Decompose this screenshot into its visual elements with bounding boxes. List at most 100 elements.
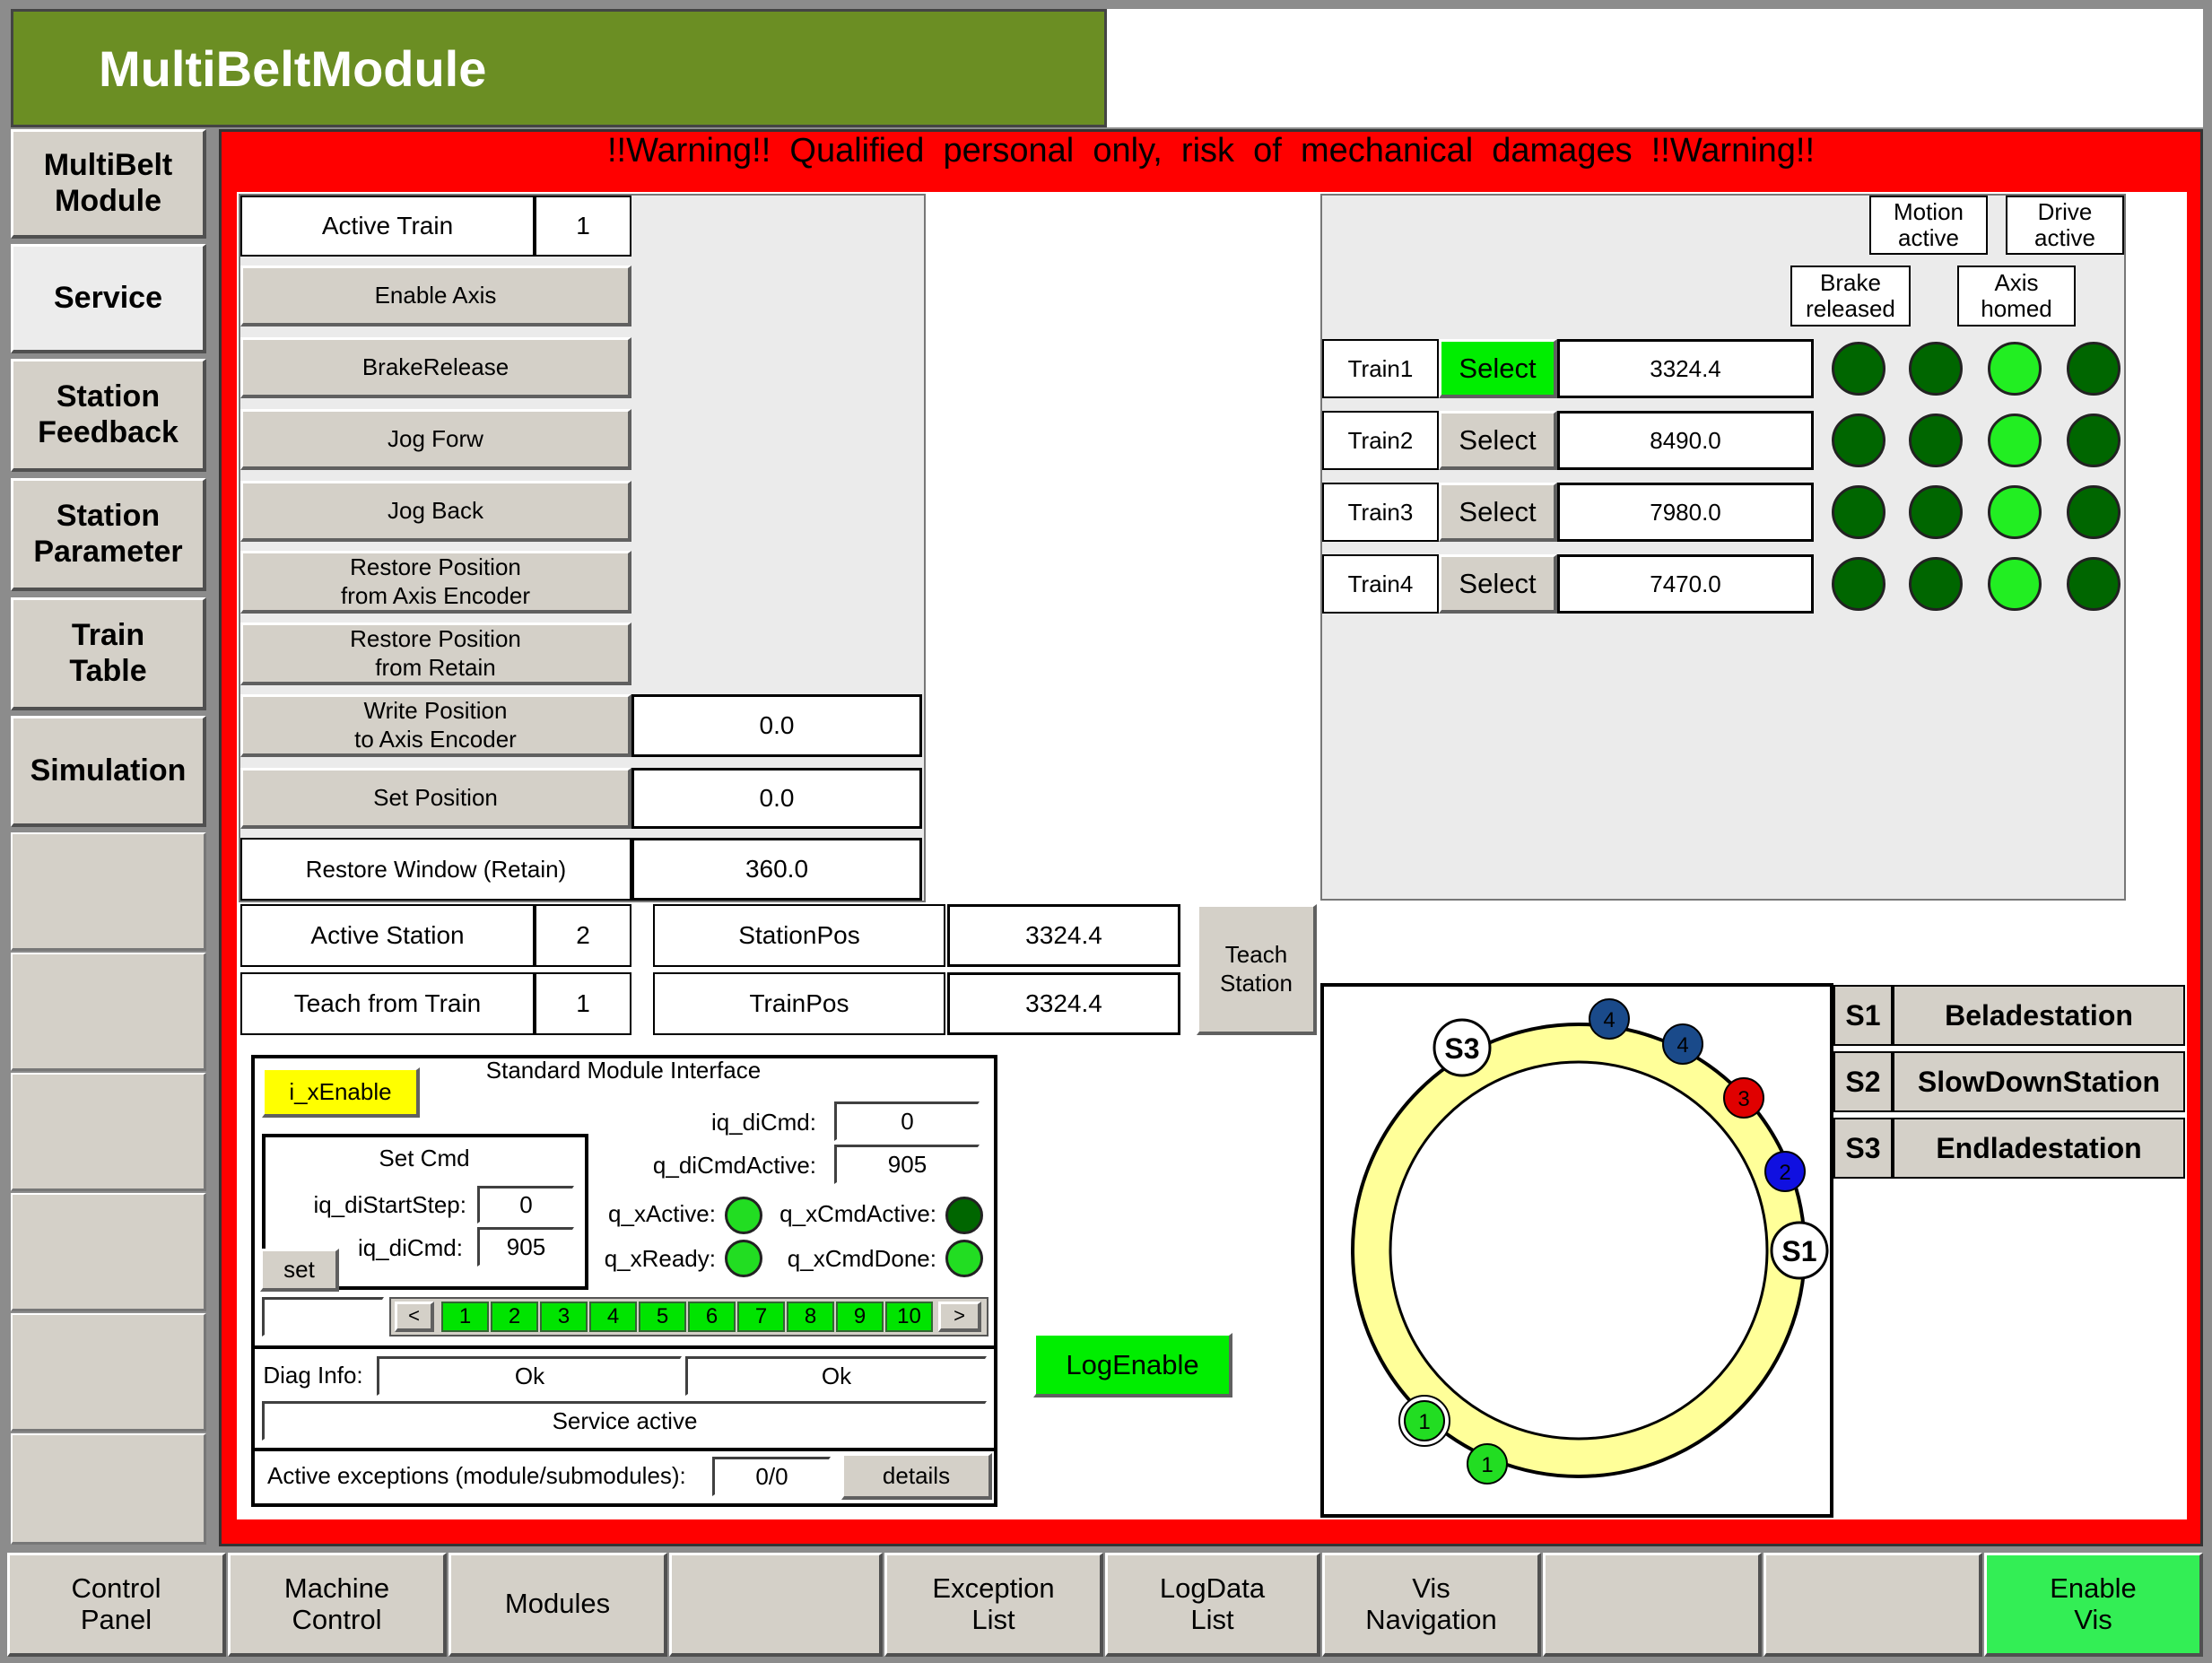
sidebar-item-service[interactable]: Service <box>11 244 206 353</box>
machine-control-button[interactable]: Machine Control <box>228 1553 447 1657</box>
step-button[interactable]: 5 <box>639 1302 686 1332</box>
sidebar-blank <box>11 1193 206 1311</box>
di-cmd-value: 0 <box>834 1101 980 1141</box>
step-button[interactable]: 4 <box>589 1302 637 1332</box>
train-position: 7980.0 <box>1557 483 1814 542</box>
set-button[interactable]: set <box>260 1249 339 1292</box>
train4-led <box>1832 557 1885 611</box>
train4-led <box>1909 557 1963 611</box>
train4-led <box>2067 557 2121 611</box>
start-step-input[interactable]: 0 <box>477 1186 574 1223</box>
set-cmd-title: Set Cmd <box>379 1145 470 1172</box>
teach-from-train-input[interactable]: 1 <box>535 972 631 1035</box>
carrier-label: 3 <box>1737 1087 1749 1111</box>
train1-select-button[interactable]: Select <box>1439 339 1557 398</box>
train-name: Train4 <box>1322 554 1439 614</box>
exceptions-value: 0/0 <box>712 1457 831 1496</box>
active-station-input[interactable]: 2 <box>535 904 631 967</box>
footer-blank-button[interactable] <box>669 1553 883 1657</box>
active-train-label: Active Train <box>240 196 535 257</box>
step-button[interactable]: 7 <box>737 1302 785 1332</box>
brake-release-button[interactable]: BrakeRelease <box>240 337 631 398</box>
x-cmd-done-led <box>945 1240 983 1277</box>
jog-back-button[interactable]: Jog Back <box>240 481 631 542</box>
step-button[interactable]: 1 <box>441 1302 489 1332</box>
train2-select-button[interactable]: Select <box>1439 411 1557 470</box>
modules-button[interactable]: Modules <box>448 1553 667 1657</box>
logdata-list-button[interactable]: LogData List <box>1105 1553 1320 1657</box>
step-button[interactable]: 8 <box>787 1302 834 1332</box>
sidebar-blank <box>11 1073 206 1191</box>
train4-led <box>1988 557 2042 611</box>
write-position-button[interactable]: Write Position to Axis Encoder <box>240 694 631 757</box>
station-pos-value: 3324.4 <box>947 904 1180 967</box>
motion-active-header: Motion active <box>1869 196 1988 255</box>
start-step-label: iq_diStartStep: <box>313 1191 466 1219</box>
train3-led <box>1988 485 2042 539</box>
exception-list-button[interactable]: Exception List <box>884 1553 1103 1657</box>
station-legend-name: Endladestation <box>1893 1118 2185 1179</box>
station-s3-label: S3 <box>1444 1032 1479 1065</box>
carrier-label: 1 <box>1481 1453 1493 1477</box>
train3-select-button[interactable]: Select <box>1439 483 1557 542</box>
belt-ring-diagram: S3 S1 4 4 3 2 1 1 <box>1351 998 1829 1485</box>
active-station-label: Active Station <box>240 904 535 967</box>
enable-vis-button[interactable]: Enable Vis <box>1984 1553 2203 1657</box>
write-position-input[interactable]: 0.0 <box>631 694 922 757</box>
train4-select-button[interactable]: Select <box>1439 554 1557 614</box>
sidebar-item-simulation[interactable]: Simulation <box>11 716 206 827</box>
set-cmd-input[interactable]: 905 <box>477 1227 574 1267</box>
step-button[interactable]: 10 <box>885 1302 933 1332</box>
train-name: Train2 <box>1322 411 1439 470</box>
enable-axis-button[interactable]: Enable Axis <box>240 266 631 327</box>
restore-from-retain-button[interactable]: Restore Position from Retain <box>240 623 631 685</box>
set-position-input[interactable]: 0.0 <box>631 768 922 829</box>
train2-led <box>1832 414 1885 467</box>
sidebar-item-train-table[interactable]: Train Table <box>11 597 206 710</box>
teach-station-button[interactable]: Teach Station <box>1197 904 1317 1035</box>
sidebar-item-station-parameter[interactable]: Station Parameter <box>11 478 206 591</box>
train-position: 8490.0 <box>1557 411 1814 470</box>
step-prev-button[interactable]: < <box>395 1302 434 1332</box>
x-active-led <box>725 1197 762 1234</box>
train-position: 3324.4 <box>1557 339 1814 398</box>
restore-from-encoder-button[interactable]: Restore Position from Axis Encoder <box>240 551 631 614</box>
station-s1-label: S1 <box>1781 1235 1816 1267</box>
train3-led <box>2067 485 2121 539</box>
set-position-button[interactable]: Set Position <box>240 768 631 829</box>
footer-blank-button[interactable] <box>1764 1553 1982 1657</box>
restore-window-input[interactable]: 360.0 <box>631 838 922 901</box>
train1-led <box>2067 342 2121 396</box>
footer-blank-button[interactable] <box>1543 1553 1762 1657</box>
jog-forward-button[interactable]: Jog Forw <box>240 409 631 470</box>
diag-info-2: Ok <box>685 1356 987 1396</box>
step-input[interactable] <box>262 1297 384 1336</box>
step-button[interactable]: 2 <box>491 1302 538 1332</box>
carrier-label: 1 <box>1418 1410 1430 1434</box>
sidebar-item-multibelt-module[interactable]: MultiBelt Module <box>11 129 206 239</box>
sidebar-blank <box>11 953 206 1071</box>
enable-toggle-button[interactable]: i_xEnable <box>262 1067 420 1118</box>
station-legend-tag: S2 <box>1833 1051 1893 1112</box>
train-position: 7470.0 <box>1557 554 1814 614</box>
diag-info-1: Ok <box>377 1356 682 1396</box>
teach-from-train-label: Teach from Train <box>240 972 535 1035</box>
details-button[interactable]: details <box>841 1453 992 1500</box>
sidebar-item-station-feedback[interactable]: Station Feedback <box>11 359 206 472</box>
step-button[interactable]: 9 <box>836 1302 884 1332</box>
step-button[interactable]: 6 <box>688 1302 736 1332</box>
sidebar-blank <box>11 1313 206 1432</box>
smi-divider <box>253 1345 996 1349</box>
vis-navigation-button[interactable]: Vis Navigation <box>1322 1553 1541 1657</box>
station-legend-tag: S1 <box>1833 985 1893 1046</box>
x-active-label: q_xActive: <box>608 1200 716 1228</box>
sidebar-blank <box>11 832 206 951</box>
carrier-label: 4 <box>1603 1008 1615 1032</box>
step-button[interactable]: 3 <box>540 1302 588 1332</box>
log-enable-button[interactable]: LogEnable <box>1033 1333 1232 1397</box>
sidebar-blank <box>11 1433 206 1545</box>
control-panel-button[interactable]: Control Panel <box>7 1553 226 1657</box>
step-next-button[interactable]: > <box>938 1302 981 1332</box>
header-blank <box>1107 9 2203 127</box>
page-title: MultiBeltModule <box>99 40 487 97</box>
